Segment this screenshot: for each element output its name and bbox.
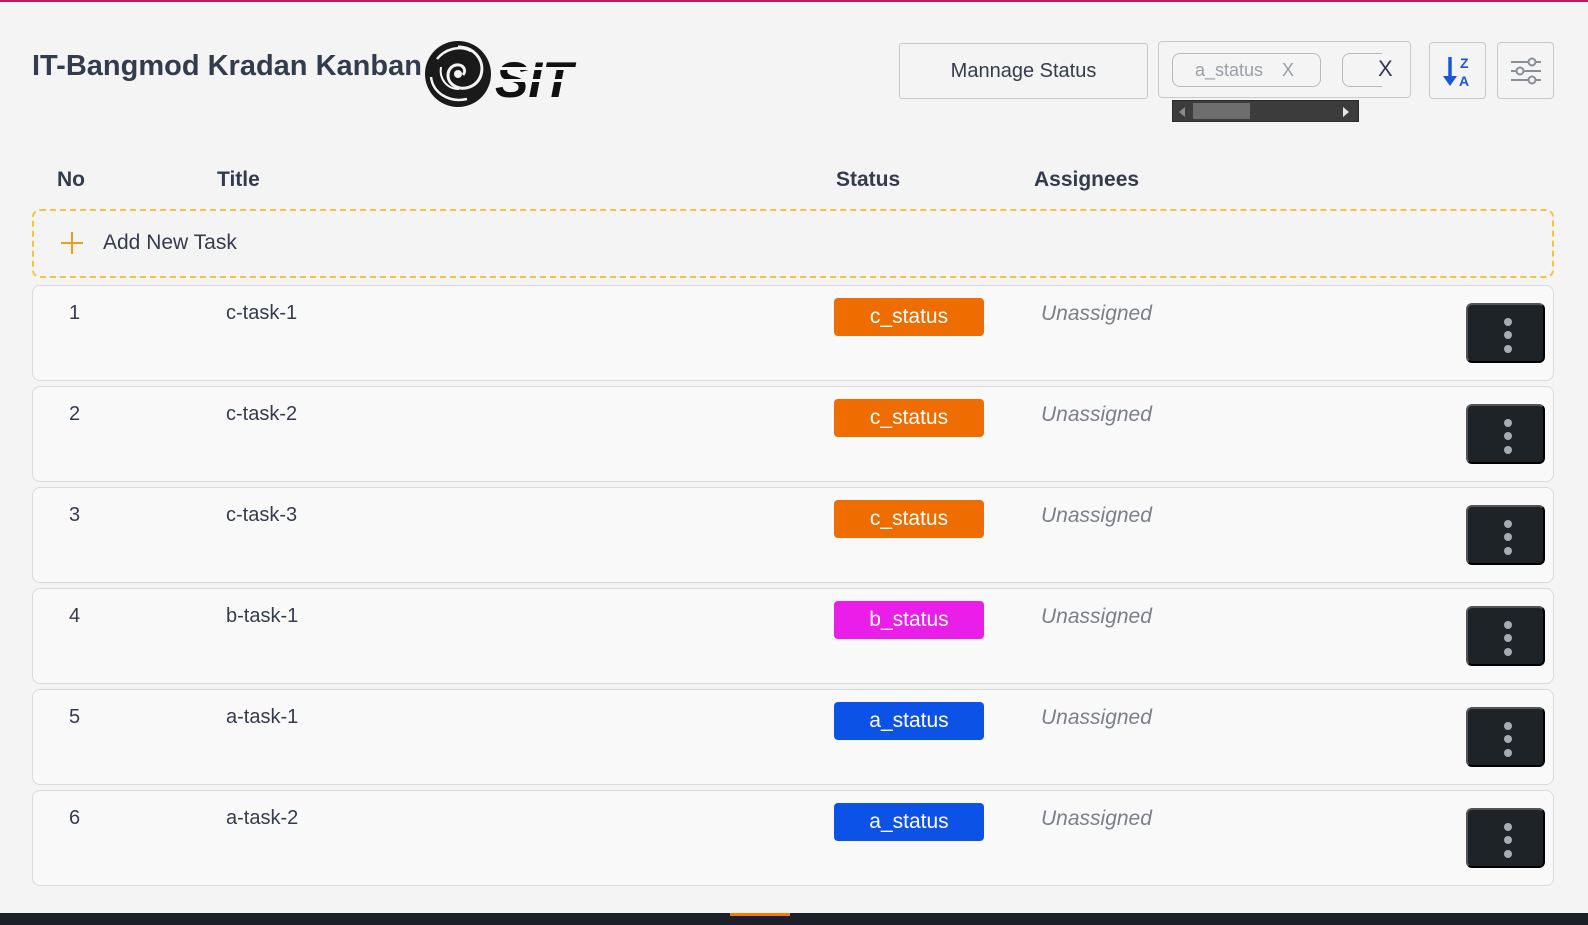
status-badge: c_status: [834, 500, 984, 538]
app-title: IT-Bangmod Kradan Kanban: [32, 50, 422, 82]
sit-logo: SIT: [423, 37, 603, 111]
status-badge: c_status: [834, 399, 984, 437]
table-row[interactable]: 1 c-task-1 c_status Unassigned: [32, 285, 1554, 381]
column-header-title: Title: [217, 168, 260, 191]
taskbar-strip: [0, 913, 1588, 925]
task-number: 5: [69, 706, 81, 728]
scrollbar-thumb[interactable]: [1193, 103, 1250, 119]
task-assignees: Unassigned: [1041, 706, 1152, 729]
filter-chip: a_status X: [1172, 53, 1321, 87]
sort-z-to-a-icon: Z A: [1442, 55, 1469, 88]
sliders-icon: [1510, 57, 1541, 84]
task-number: 6: [69, 807, 81, 829]
table-row[interactable]: 5 a-task-1 a_status Unassigned: [32, 689, 1554, 785]
task-number: 3: [69, 504, 81, 526]
taskbar-accent: [730, 913, 790, 916]
table-row[interactable]: 3 c-task-3 c_status Unassigned: [32, 487, 1554, 583]
task-assignees: Unassigned: [1041, 403, 1152, 426]
task-assignees: Unassigned: [1041, 605, 1152, 628]
task-menu-button[interactable]: [1466, 707, 1545, 767]
scroll-right-icon[interactable]: [1343, 107, 1349, 117]
filter-horizontal-scrollbar[interactable]: [1172, 100, 1359, 122]
add-new-task-button[interactable]: Add New Task: [32, 209, 1554, 278]
status-filter-box[interactable]: a_status X X: [1158, 41, 1411, 98]
task-assignees: Unassigned: [1041, 504, 1152, 527]
task-menu-button[interactable]: [1466, 303, 1545, 363]
task-title[interactable]: a-task-2: [226, 807, 298, 830]
clear-filter-button[interactable]: X: [1378, 56, 1393, 82]
task-menu-button[interactable]: [1466, 606, 1545, 666]
add-new-task-label: Add New Task: [103, 231, 237, 254]
remove-chip-button[interactable]: X: [1282, 60, 1294, 81]
column-header-status: Status: [836, 168, 901, 191]
status-badge: a_status: [834, 803, 984, 841]
svg-text:A: A: [1459, 73, 1469, 88]
filter-settings-button[interactable]: [1497, 42, 1554, 99]
task-list: 1 c-task-1 c_status Unassigned 2 c-task-…: [32, 285, 1554, 891]
filter-chip-label: a_status: [1195, 59, 1264, 80]
table-row[interactable]: 6 a-task-2 a_status Unassigned: [32, 790, 1554, 886]
status-badge: b_status: [834, 601, 984, 639]
svg-text:Z: Z: [1460, 55, 1469, 71]
task-menu-button[interactable]: [1466, 505, 1545, 565]
column-header-assignees: Assignees: [1034, 168, 1140, 191]
task-assignees: Unassigned: [1041, 807, 1152, 830]
task-title[interactable]: b-task-1: [226, 605, 298, 628]
status-badge: a_status: [834, 702, 984, 740]
table-row[interactable]: 2 c-task-2 c_status Unassigned: [32, 386, 1554, 482]
task-title[interactable]: c-task-3: [226, 504, 297, 527]
task-number: 1: [69, 302, 81, 324]
task-menu-button[interactable]: [1466, 404, 1545, 464]
task-title[interactable]: c-task-2: [226, 403, 297, 426]
sort-button[interactable]: Z A: [1429, 42, 1486, 99]
column-header-no: No: [57, 168, 85, 191]
filter-chip-overflow: [1342, 53, 1382, 87]
status-badge: c_status: [834, 298, 984, 336]
kanban-page: IT-Bangmod Kradan Kanban SIT Mannage Sta…: [0, 2, 1588, 913]
task-title[interactable]: a-task-1: [226, 706, 298, 729]
scroll-left-icon[interactable]: [1179, 107, 1185, 117]
task-number: 2: [69, 403, 81, 425]
task-menu-button[interactable]: [1466, 808, 1545, 868]
swirl-logo-icon: [425, 41, 491, 107]
manage-status-button[interactable]: Mannage Status: [899, 43, 1148, 99]
table-row[interactable]: 4 b-task-1 b_status Unassigned: [32, 588, 1554, 684]
plus-icon: [60, 231, 84, 255]
task-assignees: Unassigned: [1041, 302, 1152, 325]
task-number: 4: [69, 605, 81, 627]
task-title[interactable]: c-task-1: [226, 302, 297, 325]
